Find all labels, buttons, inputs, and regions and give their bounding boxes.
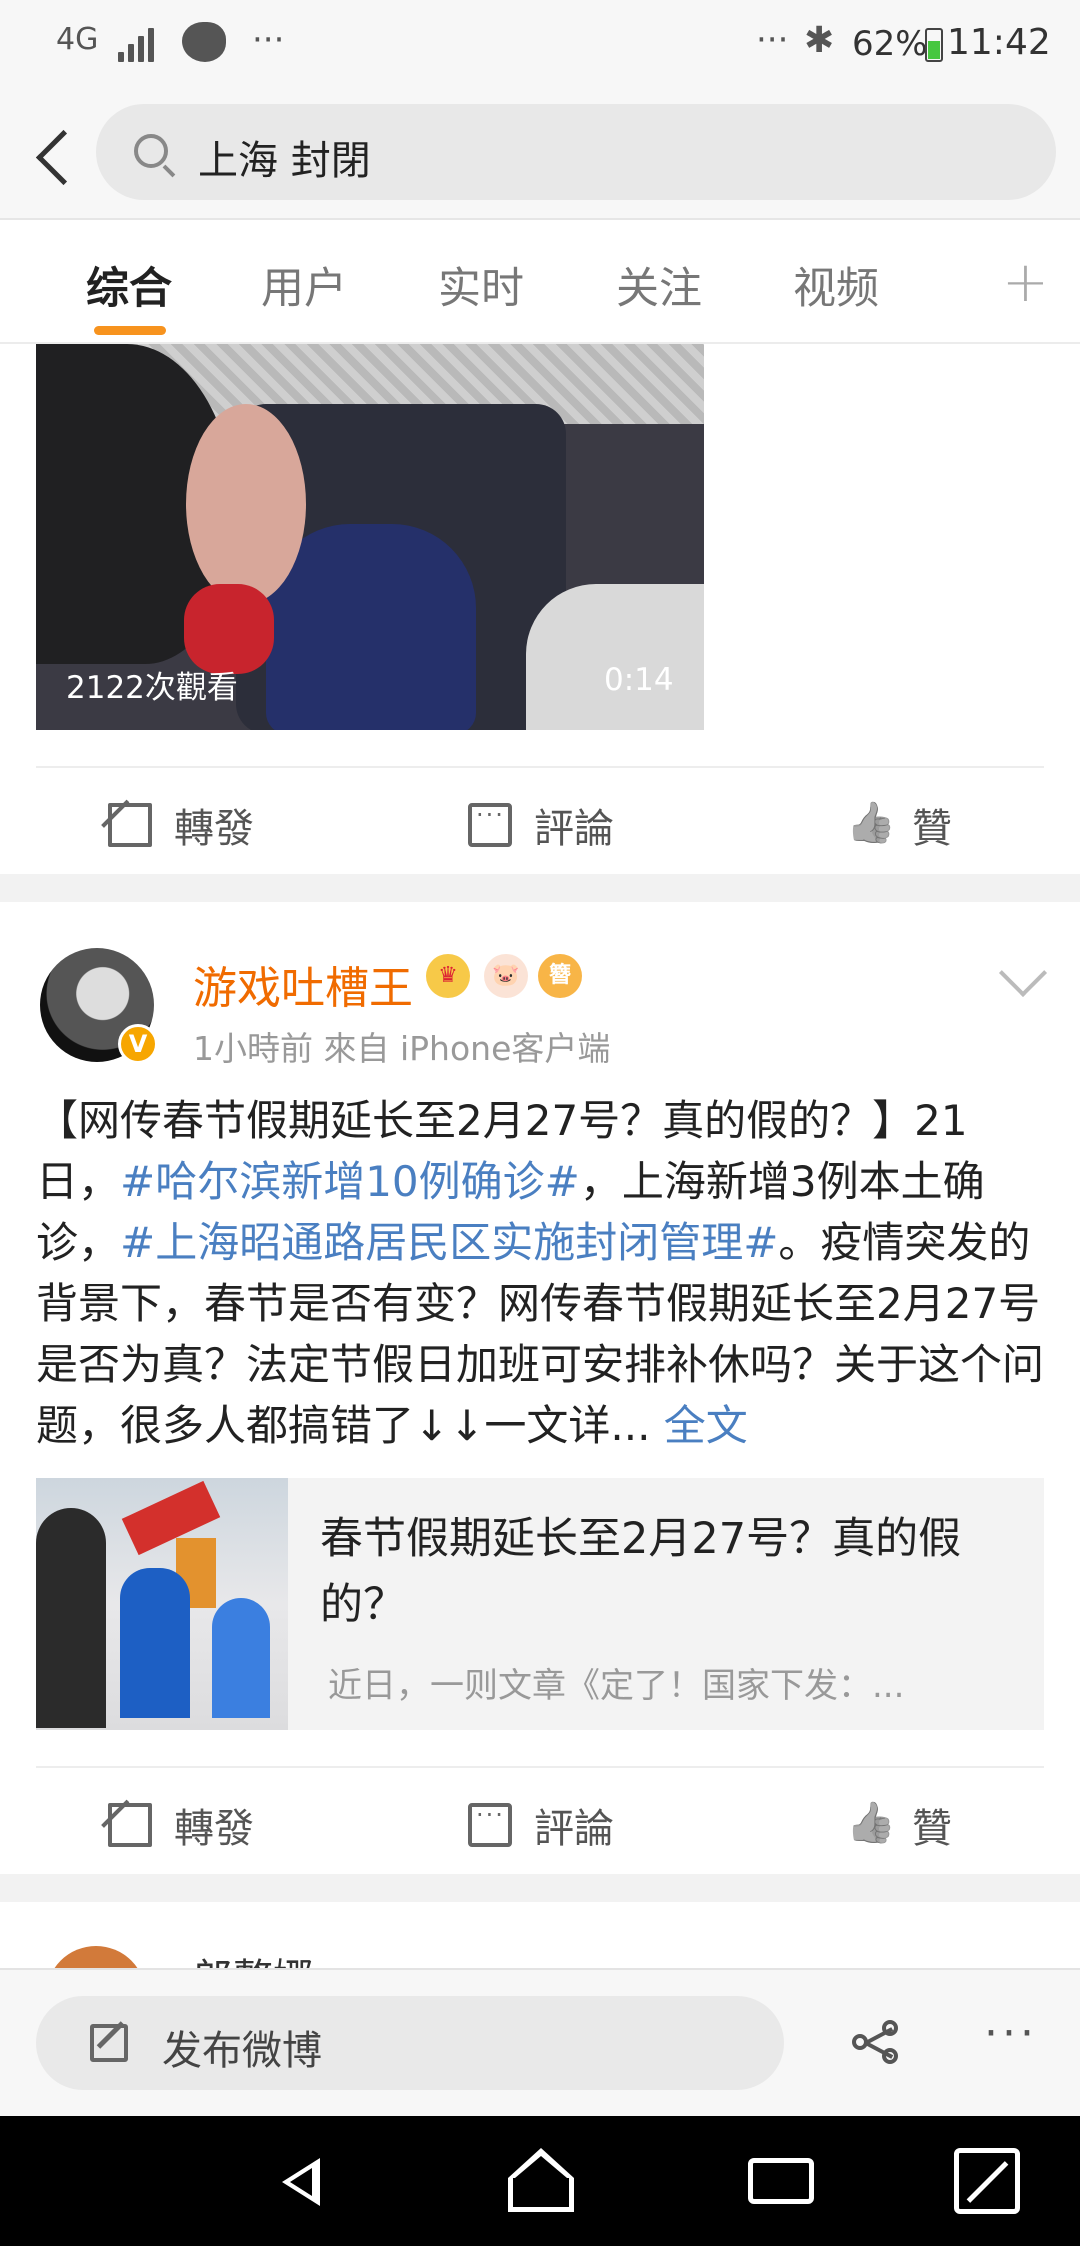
search-icon (134, 134, 168, 168)
post-meta: 1小時前 來自 iPhone客户端 (193, 1029, 611, 1068)
bluetooth-icon: ✱ (804, 20, 835, 61)
more-notifications-icon: ··· (252, 20, 285, 60)
tab-realtime[interactable]: 实时 (438, 254, 524, 316)
divider (0, 874, 1080, 902)
search-query: 上海 封閉 (198, 138, 371, 184)
divider (0, 1874, 1080, 1902)
hashtag-link[interactable]: #哈尔滨新增10例确诊# (120, 1157, 580, 1206)
tab-following[interactable]: 关注 (616, 254, 702, 316)
back-button[interactable] (24, 118, 84, 192)
like-button[interactable]: 贊 (846, 796, 952, 854)
compose-bar: 发布微博 ··· (0, 1968, 1080, 2116)
search-tabs: 综合 用户 实时 关注 视频 + (0, 218, 1080, 344)
system-nav-bar (0, 2116, 1080, 2246)
nav-expand-icon[interactable] (954, 2148, 1020, 2214)
thumbs-up-icon (846, 1803, 890, 1847)
read-more-link[interactable]: 全文 (664, 1401, 748, 1450)
nav-recents-icon[interactable] (748, 2158, 814, 2204)
username[interactable]: 游戏吐槽王 (193, 952, 413, 1016)
repost-button[interactable]: 轉發 (108, 1796, 254, 1854)
post-actions-1: 轉發 評論 贊 (36, 766, 1044, 872)
nav-back-icon[interactable] (268, 2148, 334, 2214)
video-player[interactable]: 2122次觀看 0:14 (36, 344, 704, 730)
app-notification-icon (182, 22, 226, 62)
share-icon[interactable] (852, 2020, 902, 2066)
post-actions-2: 轉發 評論 贊 (36, 1766, 1044, 1872)
comment-icon (468, 801, 512, 847)
tab-comprehensive[interactable]: 综合 (86, 254, 172, 316)
video-duration: 0:14 (604, 662, 674, 698)
medal-icon[interactable]: 簪 (538, 954, 582, 998)
weibo-search-screen: 4G ··· ··· ✱ 62% 11:42 上海 封閉 综合 用户 实时 关注… (0, 0, 1080, 2246)
network-indicator: 4G (56, 22, 99, 57)
like-button[interactable]: 贊 (846, 1796, 952, 1854)
comment-button[interactable]: 評論 (468, 796, 614, 854)
verified-badge-icon: V (118, 1024, 158, 1064)
active-tab-indicator (94, 326, 166, 335)
view-count: 2122次觀看 (66, 670, 238, 706)
repost-icon (108, 1803, 152, 1847)
tab-users[interactable]: 用户 (261, 254, 347, 316)
tab-video[interactable]: 视频 (793, 254, 879, 316)
compose-label: 发布微博 (162, 2028, 322, 2074)
nav-home-icon[interactable] (508, 2148, 574, 2212)
status-bar: 4G ··· ··· ✱ 62% 11:42 (0, 0, 1080, 92)
article-card[interactable]: 春节假期延长至2月27号？真的假的？ 近日，一则文章《定了！国家下发：... (36, 1478, 1044, 1730)
chevron-down-icon[interactable] (998, 948, 1048, 998)
overflow-icon: ··· (756, 20, 789, 60)
more-options-icon[interactable]: ··· (984, 2008, 1038, 2059)
thumbs-up-icon (846, 803, 890, 847)
repost-button[interactable]: 轉發 (108, 796, 254, 854)
repost-icon (108, 803, 152, 847)
add-tab-icon[interactable]: + (1002, 250, 1049, 315)
post-text: 【网传春节假期延长至2月27号？真的假的？】21日，#哈尔滨新增10例确诊#，上… (36, 1096, 1045, 1450)
clock: 11:42 (947, 22, 1051, 63)
signal-icon (118, 26, 162, 62)
compose-button[interactable]: 发布微博 (36, 1996, 784, 2090)
crown-icon[interactable]: ♛ (426, 954, 470, 998)
search-input[interactable]: 上海 封閉 (96, 104, 1056, 200)
article-thumbnail (36, 1478, 288, 1730)
pig-icon[interactable]: 🐷 (484, 954, 528, 998)
battery-icon (925, 28, 943, 62)
search-header: 上海 封閉 (0, 92, 1080, 218)
comment-button[interactable]: 評論 (468, 1796, 614, 1854)
battery-percent: 62% (852, 24, 928, 64)
article-summary: 近日，一则文章《定了！国家下发：... (328, 1666, 905, 1706)
article-title: 春节假期延长至2月27号？真的假的？ (320, 1514, 962, 1630)
comment-icon (468, 1801, 512, 1847)
edit-icon (90, 2024, 128, 2062)
hashtag-link[interactable]: #上海昭通路居民区实施封闭管理# (120, 1218, 778, 1267)
